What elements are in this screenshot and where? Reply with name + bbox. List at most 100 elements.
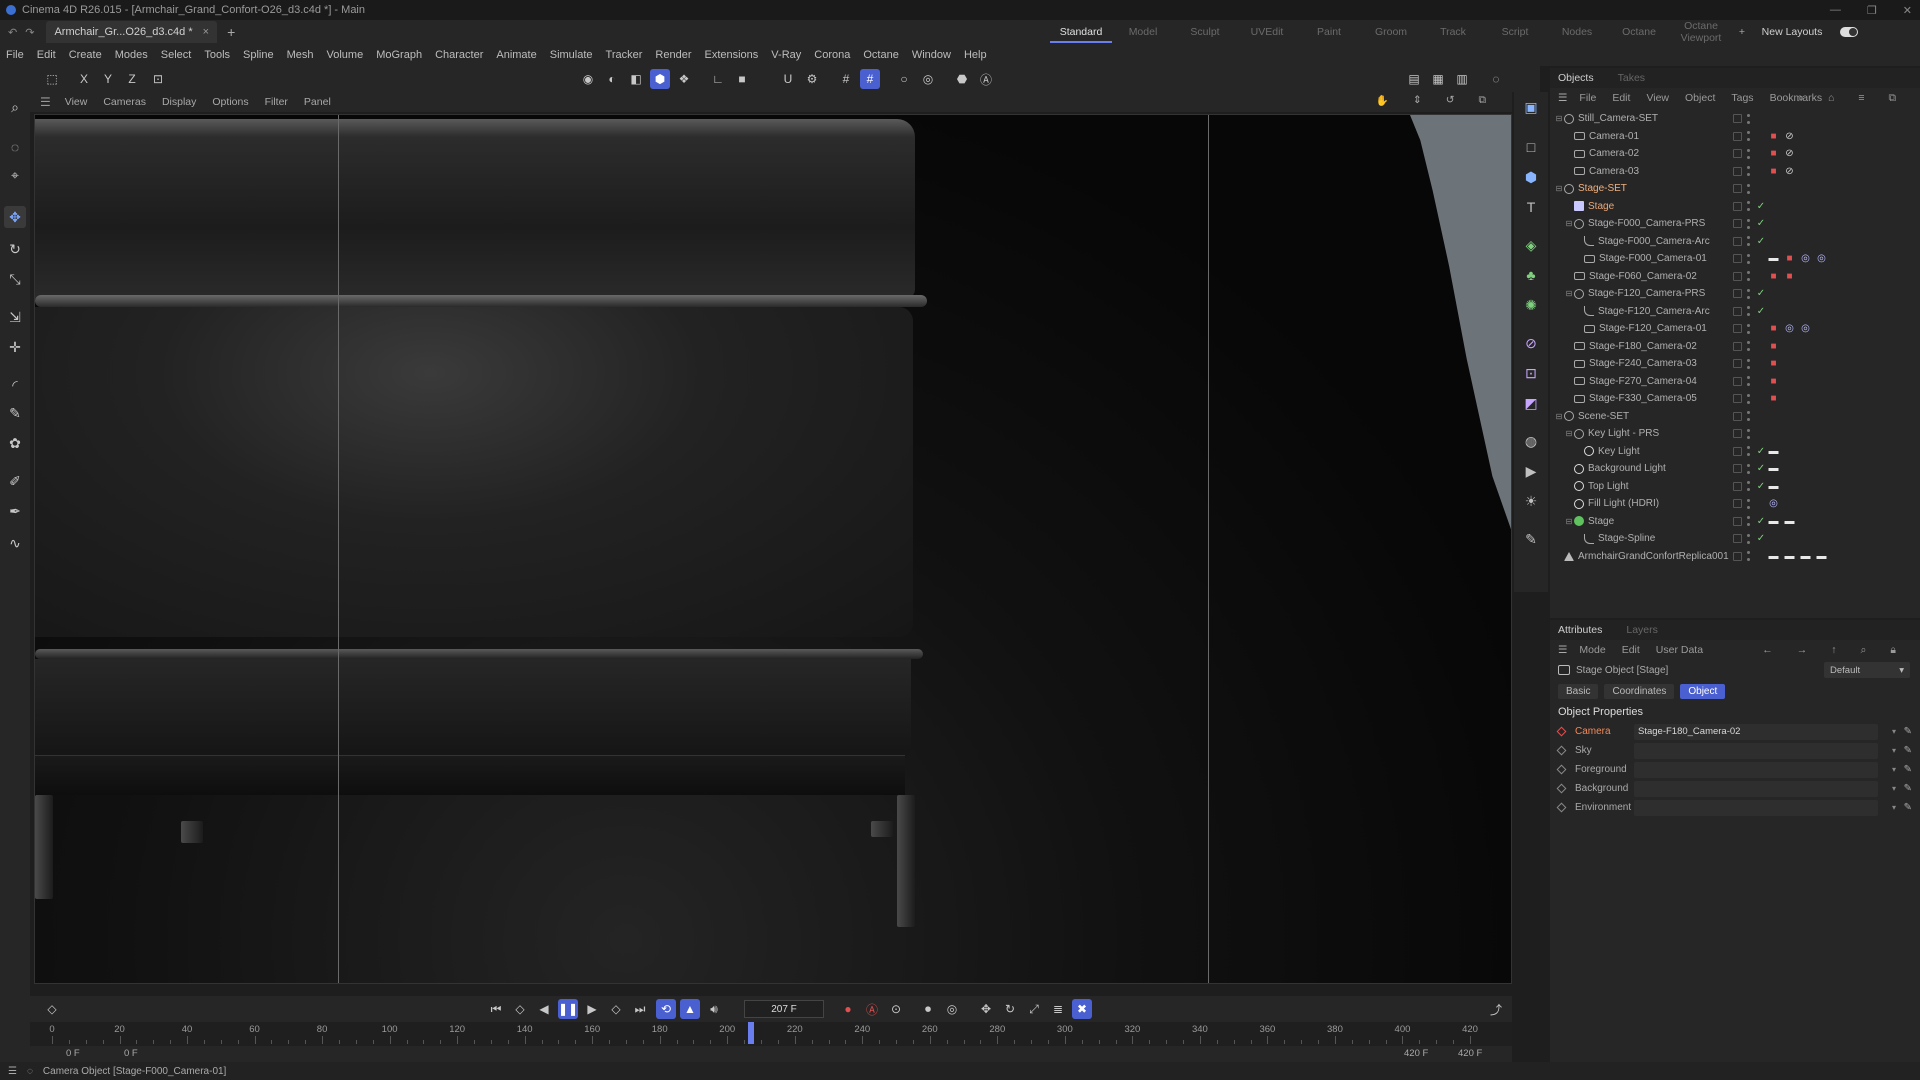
- target-tag-icon[interactable]: ◎: [1816, 253, 1827, 264]
- key-settings-icon[interactable]: ⏺: [918, 999, 938, 1019]
- menu-tracker[interactable]: Tracker: [606, 49, 643, 61]
- attributes-menu-edit[interactable]: Edit: [1622, 644, 1640, 656]
- render-picture-viewer-icon[interactable]: ▦: [1428, 69, 1448, 89]
- tree-row[interactable]: Stage-F000_Camera-01 ▬ ■ ◎ ◎: [1550, 250, 1920, 268]
- maximize-viewport-icon[interactable]: ⧉: [1479, 94, 1487, 107]
- pick-icon[interactable]: ✎: [1904, 764, 1912, 775]
- menu-render[interactable]: Render: [655, 49, 691, 61]
- pick-icon[interactable]: ✎: [1904, 745, 1912, 756]
- live-selection-icon[interactable]: ⌖: [4, 164, 26, 186]
- new-layouts-button[interactable]: New Layouts: [1752, 26, 1832, 38]
- tree-row[interactable]: Camera-03 ■ ⊘: [1550, 163, 1920, 181]
- preset-dropdown[interactable]: Default ▾: [1824, 662, 1910, 678]
- layer-box-icon[interactable]: [1733, 219, 1742, 229]
- enabled-check-icon[interactable]: ✓: [1756, 516, 1766, 527]
- coordinate-tool-icon[interactable]: ✛: [4, 336, 26, 358]
- current-frame-field[interactable]: 207 F: [744, 1000, 824, 1018]
- select-tool-icon[interactable]: ◌: [4, 136, 26, 158]
- add-layout-button[interactable]: +: [1732, 26, 1752, 38]
- layer-box-icon[interactable]: [1733, 166, 1742, 176]
- tree-row[interactable]: Camera-01 ■ ⊘: [1550, 128, 1920, 146]
- menu-volume[interactable]: Volume: [327, 49, 364, 61]
- layer-box-icon[interactable]: [1733, 464, 1742, 474]
- redshift-icon[interactable]: ◌: [1486, 69, 1506, 89]
- search-icon[interactable]: ⌕: [1798, 92, 1804, 105]
- objects-hamburger-icon[interactable]: ☰: [1558, 92, 1567, 104]
- coordinate-system-icon[interactable]: ⊡: [148, 69, 168, 89]
- camera-icon[interactable]: ▶: [1520, 460, 1542, 482]
- keyframe-icon[interactable]: ◇: [42, 999, 62, 1019]
- visibility-dots-icon[interactable]: [1747, 131, 1751, 142]
- layer-box-icon[interactable]: [1733, 324, 1742, 334]
- layout-octane[interactable]: Octane: [1608, 26, 1670, 38]
- visibility-dots-icon[interactable]: [1747, 183, 1751, 194]
- layer-box-icon[interactable]: [1733, 114, 1742, 124]
- tree-row[interactable]: Stage-F330_Camera-05 ■: [1550, 390, 1920, 408]
- goto-end-icon[interactable]: ⏭: [630, 999, 650, 1019]
- visibility-dots-icon[interactable]: [1747, 323, 1751, 334]
- points-mode-icon[interactable]: ◉: [578, 69, 598, 89]
- visibility-dots-icon[interactable]: [1747, 218, 1751, 229]
- layer-box-icon[interactable]: [1733, 184, 1742, 194]
- menu-edit[interactable]: Edit: [37, 49, 56, 61]
- tree-row[interactable]: Stage-F000_Camera-Arc ✓: [1550, 233, 1920, 251]
- visibility-dots-icon[interactable]: [1747, 148, 1751, 159]
- pick-icon[interactable]: ✎: [1904, 726, 1912, 737]
- objects-menu-edit[interactable]: Edit: [1612, 92, 1630, 104]
- tree-row[interactable]: Stage-Spline ✓: [1550, 530, 1920, 548]
- close-tab-icon[interactable]: ×: [203, 26, 209, 38]
- white-tag-icon[interactable]: ▬: [1768, 446, 1779, 457]
- visibility-dots-icon[interactable]: [1747, 393, 1751, 404]
- visibility-dots-icon[interactable]: [1747, 236, 1751, 247]
- layout-nodes[interactable]: Nodes: [1546, 26, 1608, 38]
- pause-icon[interactable]: ❚❚: [558, 999, 578, 1019]
- rec-tag-icon[interactable]: ■: [1768, 131, 1779, 142]
- redo-icon[interactable]: ↷: [25, 26, 34, 39]
- lock-workplane-icon[interactable]: ⬣: [952, 69, 972, 89]
- expand-toggle-icon[interactable]: ⊟: [1554, 184, 1564, 193]
- viewport-menu-display[interactable]: Display: [162, 96, 196, 108]
- property-link-field[interactable]: [1634, 761, 1878, 778]
- axis-y-button[interactable]: Y: [98, 69, 118, 89]
- white-tag-icon[interactable]: ▬: [1768, 516, 1779, 527]
- menu-help[interactable]: Help: [964, 49, 987, 61]
- layout-paint[interactable]: Paint: [1298, 26, 1360, 38]
- visibility-dots-icon[interactable]: [1747, 481, 1751, 492]
- layer-box-icon[interactable]: [1733, 341, 1742, 351]
- viewport-menu-cameras[interactable]: Cameras: [103, 96, 146, 108]
- enabled-check-icon[interactable]: ✓: [1756, 218, 1766, 229]
- tree-row[interactable]: Stage-F270_Camera-04 ■: [1550, 373, 1920, 391]
- generator-icon[interactable]: ◈: [1520, 234, 1542, 256]
- axis-z-button[interactable]: Z: [122, 69, 142, 89]
- tree-row[interactable]: Key Light ✓ ▬: [1550, 443, 1920, 461]
- visibility-dots-icon[interactable]: [1747, 428, 1751, 439]
- visibility-dots-icon[interactable]: [1747, 463, 1751, 474]
- range-end-field-2[interactable]: 420 F: [1458, 1048, 1482, 1059]
- layout-sculpt[interactable]: Sculpt: [1174, 26, 1236, 38]
- render-view-icon[interactable]: ▤: [1404, 69, 1424, 89]
- rotation-key-icon[interactable]: ↻: [1000, 999, 1020, 1019]
- target-tag-icon[interactable]: ◎: [1800, 323, 1811, 334]
- layout-script[interactable]: Script: [1484, 26, 1546, 38]
- expand-toggle-icon[interactable]: ⊟: [1554, 114, 1564, 123]
- spline-tool-icon[interactable]: ∿: [4, 532, 26, 554]
- expand-toggle-icon[interactable]: ⊟: [1564, 517, 1574, 526]
- objects-menu-file[interactable]: File: [1579, 92, 1596, 104]
- mograph-icon[interactable]: ♣: [1520, 264, 1542, 286]
- visibility-dots-icon[interactable]: [1747, 498, 1751, 509]
- visibility-dots-icon[interactable]: [1747, 201, 1751, 212]
- timeline-ruler[interactable]: 0 20 40 60 80 100 120 140 160 180 200 220 240 260 280 3…: [30, 1022, 1512, 1046]
- visibility-dots-icon[interactable]: [1747, 166, 1751, 177]
- layer-box-icon[interactable]: [1733, 411, 1742, 421]
- layout-octane-viewport[interactable]: Octane Viewport: [1670, 20, 1732, 44]
- property-link-field[interactable]: Stage-F180_Camera-02: [1634, 723, 1878, 740]
- tree-row[interactable]: ⊟ Key Light - PRS: [1550, 425, 1920, 443]
- tree-row[interactable]: ⊟ Stage-SET: [1550, 180, 1920, 198]
- attributes-menu-mode[interactable]: Mode: [1579, 644, 1605, 656]
- target-tag-icon[interactable]: ◎: [1768, 498, 1779, 509]
- orbit-icon[interactable]: ↺: [1446, 94, 1455, 107]
- menu-simulate[interactable]: Simulate: [550, 49, 593, 61]
- menu-extensions[interactable]: Extensions: [704, 49, 758, 61]
- rec-tag-icon[interactable]: ■: [1768, 376, 1779, 387]
- layer-box-icon[interactable]: [1733, 254, 1742, 264]
